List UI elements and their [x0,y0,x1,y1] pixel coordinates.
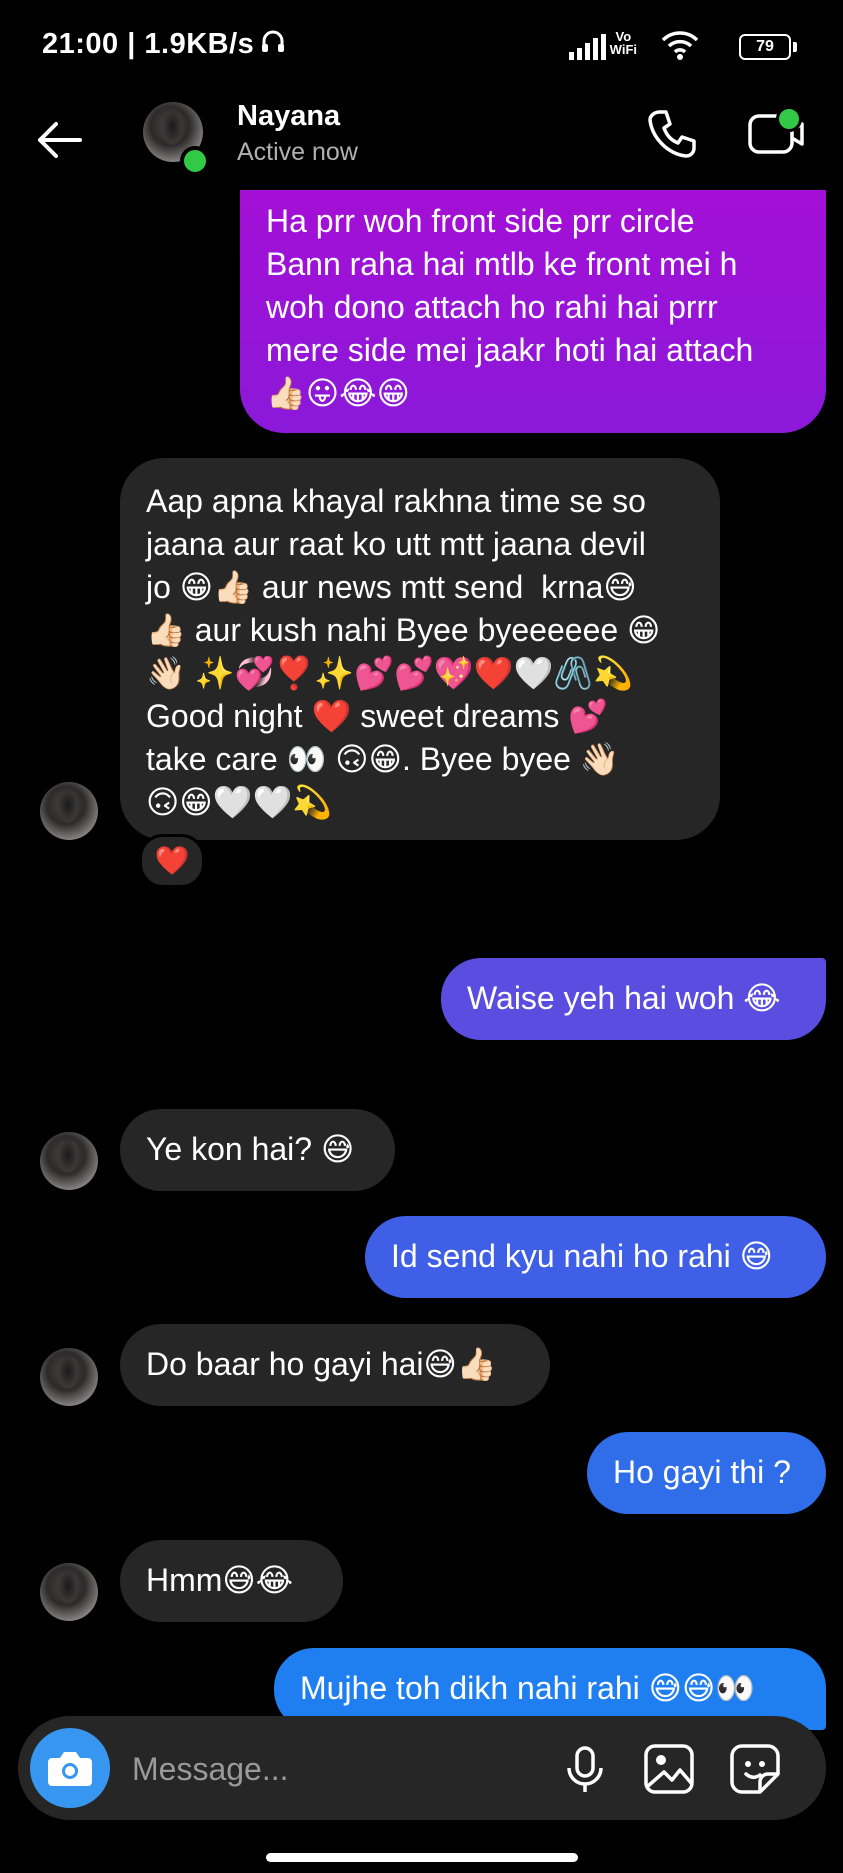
camera-button[interactable] [30,1728,110,1808]
status-time-text: 21:00 | 1.9KB/s [42,28,255,60]
outgoing-message[interactable]: Ha prr woh front side prr circle Bann ra… [240,190,826,433]
sticker-button[interactable] [728,1742,782,1796]
incoming-message[interactable]: Ye kon hai? 😅 [120,1109,395,1191]
vowifi-bottom: WiFi [609,42,637,57]
chat-header: Nayana Active now [0,96,843,196]
voice-call-button[interactable] [646,108,698,160]
sender-avatar[interactable] [40,782,98,840]
sender-avatar[interactable] [40,1132,98,1190]
outgoing-message[interactable]: Id send kyu nahi ho rahi 😅 [365,1216,826,1298]
message-composer [18,1716,826,1820]
camera-icon [48,1752,92,1786]
sender-avatar[interactable] [40,1348,98,1406]
contact-name[interactable]: Nayana [237,100,340,133]
gallery-button[interactable] [642,1742,696,1796]
contact-status: Active now [237,138,358,166]
sender-avatar[interactable] [40,1563,98,1621]
incoming-message[interactable]: Aap apna khayal rakhna time se so jaana … [120,458,720,840]
status-time: 21:00 | 1.9KB/s [42,28,286,62]
home-indicator[interactable] [266,1853,578,1862]
microphone-button[interactable] [558,1742,612,1796]
signal-icon [569,34,607,65]
phone-icon [648,110,696,158]
active-call-dot [776,106,802,132]
sticker-icon [730,1744,780,1794]
status-bar: 21:00 | 1.9KB/s Vo WiFi 79 [0,0,843,96]
outgoing-message[interactable]: Waise yeh hai woh 😂 [441,958,826,1040]
headphones-icon [260,28,286,62]
outgoing-message[interactable]: Ho gayi thi ? [587,1432,826,1514]
image-icon [644,1744,694,1794]
back-button[interactable] [34,114,86,166]
wifi-icon [661,30,699,65]
message-input[interactable] [130,1738,554,1800]
arrow-left-icon [38,122,82,158]
online-status-dot [180,146,210,176]
status-icons: Vo WiFi 79 [569,28,797,68]
microphone-icon [567,1746,603,1792]
incoming-message[interactable]: Do baar ho gayi hai😅👍🏻 [120,1324,550,1406]
vowifi-indicator: Vo WiFi [610,30,637,56]
heart-reaction[interactable]: ❤️ [139,834,205,888]
battery-indicator: 79 [739,34,797,60]
incoming-message[interactable]: Hmm😅😂 [120,1540,343,1622]
